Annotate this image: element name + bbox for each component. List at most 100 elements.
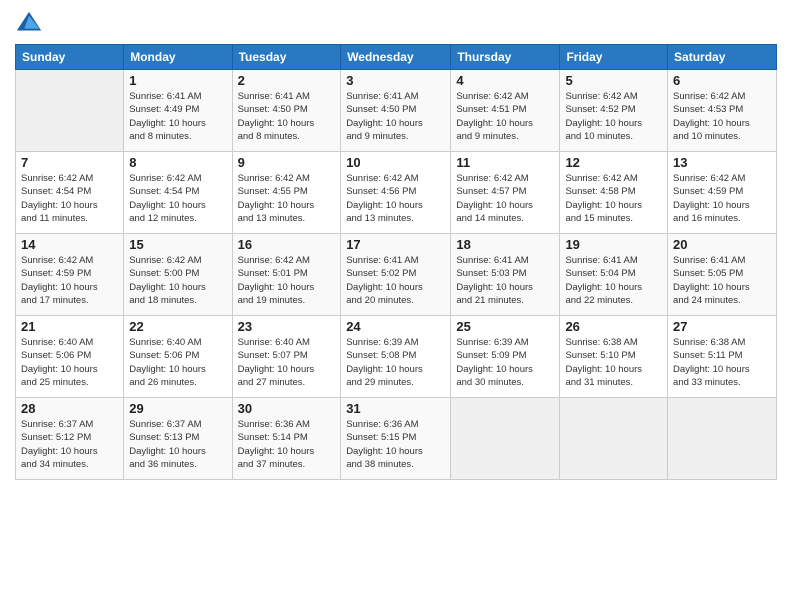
calendar-cell: 31 Sunrise: 6:36 AMSunset: 5:15 PMDayligh… <box>341 398 451 480</box>
calendar-cell: 1 Sunrise: 6:41 AMSunset: 4:49 PMDaylight… <box>124 70 232 152</box>
day-number: 15 <box>129 237 226 252</box>
day-info: Sunrise: 6:38 AMSunset: 5:11 PMDaylight:… <box>673 336 771 389</box>
day-info: Sunrise: 6:41 AMSunset: 5:04 PMDaylight:… <box>565 254 662 307</box>
day-info: Sunrise: 6:41 AMSunset: 4:49 PMDaylight:… <box>129 90 226 143</box>
calendar-cell: 28Sunrise: 6:37 AMSunset: 5:12 PMDayligh… <box>16 398 124 480</box>
day-number: 5 <box>565 73 662 88</box>
calendar-cell: 15 Sunrise: 6:42 AMSunset: 5:00 PMDayligh… <box>124 234 232 316</box>
day-info: Sunrise: 6:41 AMSunset: 5:05 PMDaylight:… <box>673 254 771 307</box>
calendar-cell: 29Sunrise: 6:37 AMSunset: 5:13 PMDayligh… <box>124 398 232 480</box>
day-info: Sunrise: 6:42 AMSunset: 4:51 PMDaylight:… <box>456 90 554 143</box>
day-info: Sunrise: 6:42 AMSunset: 4:54 PMDaylight:… <box>21 172 118 225</box>
day-number: 13 <box>673 155 771 170</box>
calendar-cell <box>16 70 124 152</box>
day-info: Sunrise: 6:42 AMSunset: 5:01 PMDaylight:… <box>238 254 336 307</box>
day-number: 3 <box>346 73 445 88</box>
day-info: Sunrise: 6:42 AMSunset: 4:58 PMDaylight:… <box>565 172 662 225</box>
day-info: Sunrise: 6:39 AMSunset: 5:09 PMDaylight:… <box>456 336 554 389</box>
calendar-header-row: SundayMondayTuesdayWednesdayThursdayFrid… <box>16 45 777 70</box>
calendar-week-row: 21 Sunrise: 6:40 AMSunset: 5:06 PMDayligh… <box>16 316 777 398</box>
calendar-cell: 9 Sunrise: 6:42 AMSunset: 4:55 PMDaylight… <box>232 152 341 234</box>
day-number: 25 <box>456 319 554 334</box>
day-number: 10 <box>346 155 445 170</box>
calendar-cell: 30 Sunrise: 6:36 AMSunset: 5:14 PMDayligh… <box>232 398 341 480</box>
calendar-cell: 20Sunrise: 6:41 AMSunset: 5:05 PMDayligh… <box>668 234 777 316</box>
calendar-cell: 25 Sunrise: 6:39 AMSunset: 5:09 PMDayligh… <box>451 316 560 398</box>
day-number: 7 <box>21 155 118 170</box>
calendar-cell: 23 Sunrise: 6:40 AMSunset: 5:07 PMDayligh… <box>232 316 341 398</box>
header <box>15 10 777 38</box>
day-number: 26 <box>565 319 662 334</box>
calendar-cell: 18 Sunrise: 6:41 AMSunset: 5:03 PMDayligh… <box>451 234 560 316</box>
calendar-cell: 22 Sunrise: 6:40 AMSunset: 5:06 PMDayligh… <box>124 316 232 398</box>
calendar-cell: 13 Sunrise: 6:42 AMSunset: 4:59 PMDayligh… <box>668 152 777 234</box>
day-info: Sunrise: 6:41 AMSunset: 4:50 PMDaylight:… <box>238 90 336 143</box>
calendar-cell: 5 Sunrise: 6:42 AMSunset: 4:52 PMDaylight… <box>560 70 668 152</box>
day-info: Sunrise: 6:40 AMSunset: 5:06 PMDaylight:… <box>21 336 118 389</box>
calendar-cell: 26 Sunrise: 6:38 AMSunset: 5:10 PMDayligh… <box>560 316 668 398</box>
calendar-cell: 10 Sunrise: 6:42 AMSunset: 4:56 PMDayligh… <box>341 152 451 234</box>
calendar-cell: 19 Sunrise: 6:41 AMSunset: 5:04 PMDayligh… <box>560 234 668 316</box>
day-info: Sunrise: 6:36 AMSunset: 5:15 PMDaylight:… <box>346 418 445 471</box>
day-number: 22 <box>129 319 226 334</box>
calendar-week-row: 7 Sunrise: 6:42 AMSunset: 4:54 PMDaylight… <box>16 152 777 234</box>
day-number: 24 <box>346 319 445 334</box>
day-info: Sunrise: 6:40 AMSunset: 5:07 PMDaylight:… <box>238 336 336 389</box>
calendar-header-sunday: Sunday <box>16 45 124 70</box>
day-number: 18 <box>456 237 554 252</box>
calendar-cell: 24Sunrise: 6:39 AMSunset: 5:08 PMDayligh… <box>341 316 451 398</box>
day-number: 11 <box>456 155 554 170</box>
day-number: 16 <box>238 237 336 252</box>
day-info: Sunrise: 6:42 AMSunset: 4:52 PMDaylight:… <box>565 90 662 143</box>
day-number: 19 <box>565 237 662 252</box>
day-number: 9 <box>238 155 336 170</box>
calendar-header-wednesday: Wednesday <box>341 45 451 70</box>
calendar-week-row: 28Sunrise: 6:37 AMSunset: 5:12 PMDayligh… <box>16 398 777 480</box>
calendar-cell <box>560 398 668 480</box>
logo-icon <box>15 10 43 38</box>
calendar-header-friday: Friday <box>560 45 668 70</box>
day-number: 4 <box>456 73 554 88</box>
day-info: Sunrise: 6:41 AMSunset: 5:02 PMDaylight:… <box>346 254 445 307</box>
day-number: 14 <box>21 237 118 252</box>
day-info: Sunrise: 6:42 AMSunset: 4:56 PMDaylight:… <box>346 172 445 225</box>
calendar-cell <box>451 398 560 480</box>
day-info: Sunrise: 6:42 AMSunset: 4:59 PMDaylight:… <box>21 254 118 307</box>
day-info: Sunrise: 6:41 AMSunset: 4:50 PMDaylight:… <box>346 90 445 143</box>
day-info: Sunrise: 6:42 AMSunset: 5:00 PMDaylight:… <box>129 254 226 307</box>
day-number: 31 <box>346 401 445 416</box>
day-info: Sunrise: 6:41 AMSunset: 5:03 PMDaylight:… <box>456 254 554 307</box>
day-number: 21 <box>21 319 118 334</box>
day-number: 2 <box>238 73 336 88</box>
day-info: Sunrise: 6:42 AMSunset: 4:59 PMDaylight:… <box>673 172 771 225</box>
day-number: 17 <box>346 237 445 252</box>
day-info: Sunrise: 6:38 AMSunset: 5:10 PMDaylight:… <box>565 336 662 389</box>
calendar-cell: 21 Sunrise: 6:40 AMSunset: 5:06 PMDayligh… <box>16 316 124 398</box>
calendar-cell: 8 Sunrise: 6:42 AMSunset: 4:54 PMDaylight… <box>124 152 232 234</box>
day-info: Sunrise: 6:42 AMSunset: 4:55 PMDaylight:… <box>238 172 336 225</box>
calendar-cell: 7 Sunrise: 6:42 AMSunset: 4:54 PMDaylight… <box>16 152 124 234</box>
calendar-cell: 17 Sunrise: 6:41 AMSunset: 5:02 PMDayligh… <box>341 234 451 316</box>
calendar-cell: 27 Sunrise: 6:38 AMSunset: 5:11 PMDayligh… <box>668 316 777 398</box>
day-info: Sunrise: 6:37 AMSunset: 5:13 PMDaylight:… <box>129 418 226 471</box>
day-number: 1 <box>129 73 226 88</box>
calendar-header-tuesday: Tuesday <box>232 45 341 70</box>
day-info: Sunrise: 6:42 AMSunset: 4:57 PMDaylight:… <box>456 172 554 225</box>
day-number: 8 <box>129 155 226 170</box>
calendar-table: SundayMondayTuesdayWednesdayThursdayFrid… <box>15 44 777 480</box>
calendar-cell: 12Sunrise: 6:42 AMSunset: 4:58 PMDayligh… <box>560 152 668 234</box>
day-info: Sunrise: 6:40 AMSunset: 5:06 PMDaylight:… <box>129 336 226 389</box>
day-info: Sunrise: 6:42 AMSunset: 4:53 PMDaylight:… <box>673 90 771 143</box>
calendar-header-thursday: Thursday <box>451 45 560 70</box>
day-number: 23 <box>238 319 336 334</box>
calendar-cell: 4 Sunrise: 6:42 AMSunset: 4:51 PMDaylight… <box>451 70 560 152</box>
day-info: Sunrise: 6:36 AMSunset: 5:14 PMDaylight:… <box>238 418 336 471</box>
calendar-week-row: 14 Sunrise: 6:42 AMSunset: 4:59 PMDayligh… <box>16 234 777 316</box>
calendar-week-row: 1 Sunrise: 6:41 AMSunset: 4:49 PMDaylight… <box>16 70 777 152</box>
day-number: 30 <box>238 401 336 416</box>
day-info: Sunrise: 6:42 AMSunset: 4:54 PMDaylight:… <box>129 172 226 225</box>
calendar-header-saturday: Saturday <box>668 45 777 70</box>
calendar-cell: 3 Sunrise: 6:41 AMSunset: 4:50 PMDaylight… <box>341 70 451 152</box>
day-number: 28 <box>21 401 118 416</box>
day-number: 27 <box>673 319 771 334</box>
